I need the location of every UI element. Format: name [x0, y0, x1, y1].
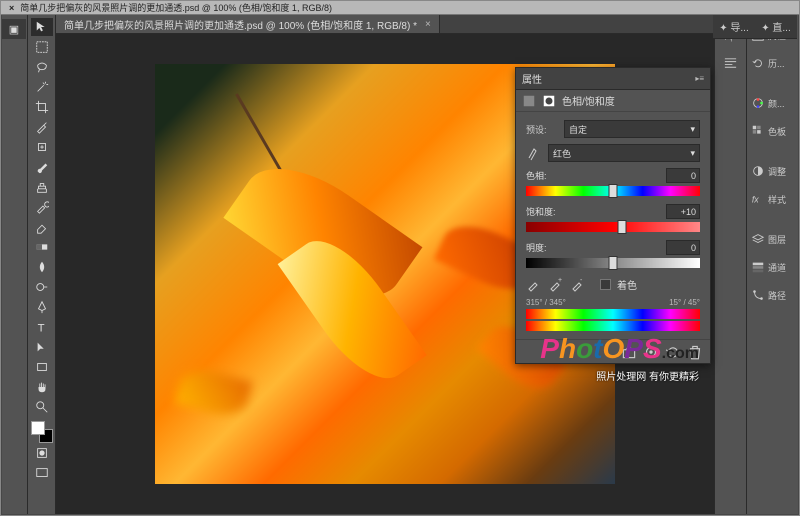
color-range-bottom[interactable]	[526, 321, 700, 331]
targeted-adjustment-icon[interactable]	[526, 145, 542, 161]
magic-wand-tool[interactable]	[31, 78, 53, 96]
hue-value-input[interactable]: 0	[666, 168, 700, 183]
saturation-label: 饱和度:	[526, 205, 556, 218]
saturation-slider[interactable]	[526, 222, 700, 232]
panel-label: 调整	[768, 165, 786, 178]
preset-select[interactable]: 自定▾	[564, 120, 700, 138]
panel-paths[interactable]: 路径	[747, 281, 798, 309]
panel-label: 颜...	[768, 97, 785, 110]
history-brush-tool[interactable]	[31, 198, 53, 216]
close-tab-icon[interactable]: ×	[425, 19, 431, 30]
hue-label: 色相:	[526, 169, 547, 182]
dodge-tool[interactable]	[31, 278, 53, 296]
quick-mask-toggle[interactable]	[31, 444, 53, 462]
paragraph-panel-icon[interactable]	[719, 51, 743, 75]
pen-tool[interactable]	[31, 298, 53, 316]
adjustment-header: 色相/饱和度	[516, 90, 710, 112]
panel-styles[interactable]: fx 样式	[747, 185, 798, 213]
panel-label: 通道	[768, 261, 786, 274]
panel-adjustments[interactable]: 调整	[747, 157, 798, 185]
panel-color[interactable]: 颜...	[747, 89, 798, 117]
brush-tool[interactable]	[31, 158, 53, 176]
color-swatches[interactable]	[31, 421, 53, 443]
delete-adjustment-icon[interactable]	[686, 344, 704, 360]
reset-icon[interactable]	[664, 344, 682, 360]
lasso-tool[interactable]	[31, 58, 53, 76]
options-bar-collapsed: ▣	[2, 15, 28, 514]
right-dock-collapsed: A|	[714, 15, 746, 514]
chevron-down-icon: ▾	[690, 148, 695, 159]
mini-btn-2[interactable]: ✦ 直...	[761, 19, 791, 34]
foreground-color-swatch[interactable]	[31, 421, 45, 435]
slider-thumb[interactable]	[609, 256, 618, 270]
panel-menu-icon[interactable]: ▸≡	[695, 74, 704, 83]
top-mini-bar: ✦ 导... ✦ 直...	[713, 15, 797, 39]
eyedropper-add[interactable]: +	[548, 276, 564, 292]
move-tool[interactable]	[31, 18, 53, 36]
right-panel-column: 属性 历... 颜... 色板 调整 fx样式 图层 通道 路径	[746, 15, 798, 514]
panel-label: 路径	[768, 289, 786, 302]
gradient-tool[interactable]	[31, 238, 53, 256]
eyedropper-tool[interactable]	[31, 118, 53, 136]
lightness-slider[interactable]	[526, 258, 700, 268]
window-close-icon[interactable]: ×	[9, 3, 14, 13]
zoom-tool[interactable]	[31, 398, 53, 416]
view-previous-icon[interactable]	[642, 344, 660, 360]
title-bar: × 简单几步把偏灰的风景照片调的更加通透.psd @ 100% (色相/饱和度 …	[1, 1, 799, 15]
mask-icon[interactable]	[542, 94, 556, 108]
marquee-tool[interactable]	[31, 38, 53, 56]
colorize-checkbox[interactable]	[600, 279, 611, 290]
tools-panel: T	[28, 15, 56, 514]
hand-tool[interactable]	[31, 378, 53, 396]
svg-text:fx: fx	[752, 195, 759, 205]
lightness-value-input[interactable]: 0	[666, 240, 700, 255]
preset-label: 预设:	[526, 123, 558, 136]
panel-label: 样式	[768, 193, 786, 206]
hue-slider[interactable]	[526, 186, 700, 196]
eraser-tool[interactable]	[31, 218, 53, 236]
panel-footer	[516, 339, 710, 363]
adjustment-icon	[522, 94, 536, 108]
panel-label: 图层	[768, 233, 786, 246]
slider-thumb[interactable]	[617, 220, 626, 234]
color-range-top[interactable]	[526, 309, 700, 319]
svg-text:T: T	[37, 322, 44, 334]
saturation-value-input[interactable]: +10	[666, 204, 700, 219]
eyedropper-subtract[interactable]: -	[570, 276, 586, 292]
panel-tab-bar: 属性 ▸≡	[516, 68, 710, 90]
type-tool[interactable]: T	[31, 318, 53, 336]
crop-tool[interactable]	[31, 98, 53, 116]
panel-tab-properties[interactable]: 属性	[522, 71, 542, 86]
clone-stamp-tool[interactable]	[31, 178, 53, 196]
screen-mode-toggle[interactable]	[31, 464, 53, 482]
clip-to-layer-icon[interactable]	[620, 344, 638, 360]
ps-icon[interactable]: ▣	[2, 19, 26, 39]
document-tab[interactable]: 简单几步把偏灰的风景照片调的更加通透.psd @ 100% (色相/饱和度 1,…	[56, 15, 440, 33]
panel-channels[interactable]: 通道	[747, 253, 798, 281]
svg-text:-: -	[580, 277, 583, 284]
lightness-label: 明度:	[526, 241, 547, 254]
panel-label: 历...	[768, 57, 785, 70]
path-selection-tool[interactable]	[31, 338, 53, 356]
panel-layers[interactable]: 图层	[747, 225, 798, 253]
svg-text:+: +	[558, 277, 562, 284]
panel-label: 色板	[768, 125, 786, 138]
blur-tool[interactable]	[31, 258, 53, 276]
slider-thumb[interactable]	[609, 184, 618, 198]
rectangle-tool[interactable]	[31, 358, 53, 376]
mini-btn-1[interactable]: ✦ 导...	[719, 19, 749, 34]
healing-brush-tool[interactable]	[31, 138, 53, 156]
channel-select[interactable]: 红色▾	[548, 144, 700, 162]
properties-panel: 属性 ▸≡ 色相/饱和度 预设: 自定▾ 红色▾ 色相: 0 饱和度: +10	[515, 67, 711, 364]
panel-history[interactable]: 历...	[747, 49, 798, 77]
panel-swatches[interactable]: 色板	[747, 117, 798, 145]
document-tab-bar: 简单几步把偏灰的风景照片调的更加通透.psd @ 100% (色相/饱和度 1,…	[56, 15, 714, 34]
eyedropper-set[interactable]	[526, 276, 542, 292]
document-tab-title: 简单几步把偏灰的风景照片调的更加通透.psd @ 100% (色相/饱和度 1,…	[64, 17, 417, 32]
chevron-down-icon: ▾	[690, 124, 695, 135]
colorize-label: 着色	[617, 277, 637, 292]
adjustment-title: 色相/饱和度	[562, 93, 615, 108]
window-title: 简单几步把偏灰的风景照片调的更加通透.psd @ 100% (色相/饱和度 1,…	[20, 1, 332, 14]
